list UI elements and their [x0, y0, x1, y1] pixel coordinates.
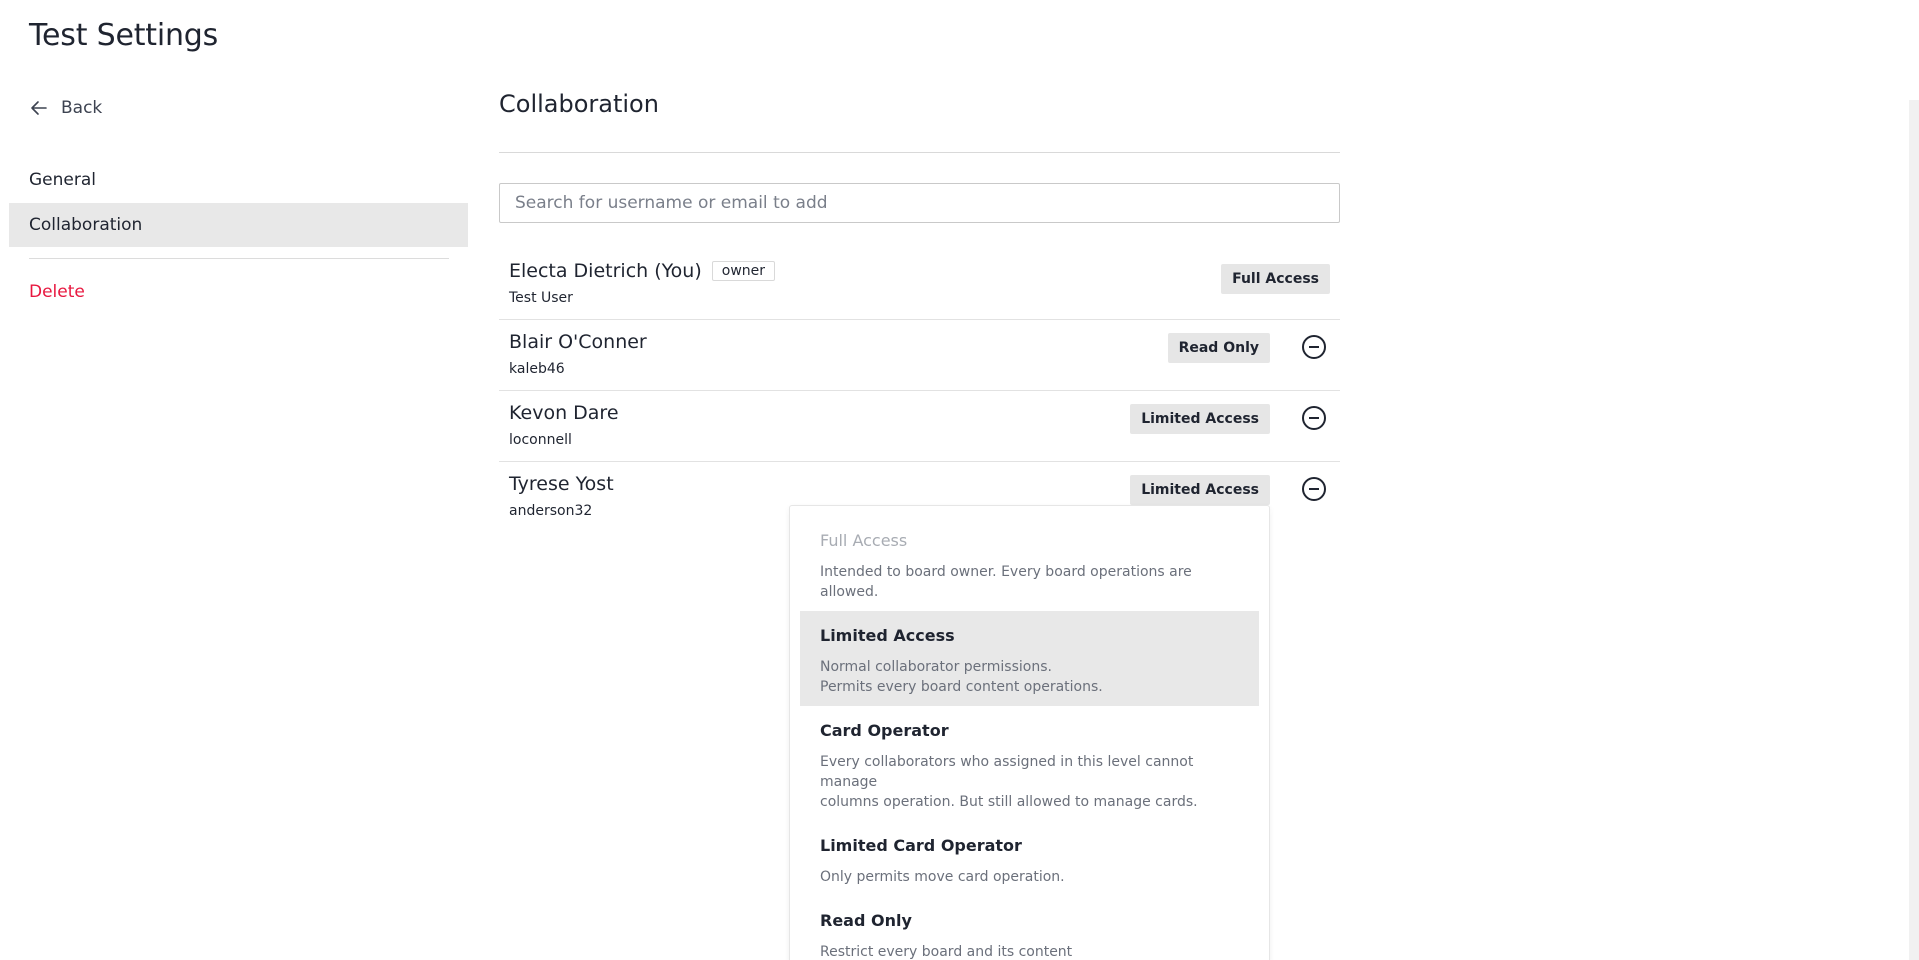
- role-option-description: Only permits move card operation.: [820, 869, 1065, 885]
- sidebar-divider: [29, 258, 449, 259]
- role-option-full-access: Full Access Intended to board owner. Eve…: [800, 516, 1259, 611]
- remove-member-button[interactable]: [1302, 406, 1326, 430]
- role-option-title: Card Operator: [820, 721, 949, 740]
- member-username: loconnell: [509, 432, 572, 448]
- role-option-description: Normal collaborator permissions. Permits…: [820, 659, 1103, 695]
- remove-member-button[interactable]: [1302, 335, 1326, 359]
- role-option-title: Read Only: [820, 911, 912, 930]
- role-option-limited-card-operator[interactable]: Limited Card Operator Only permits move …: [800, 821, 1259, 896]
- role-option-title: Limited Card Operator: [820, 836, 1022, 855]
- owner-badge: owner: [711, 261, 776, 281]
- role-button[interactable]: Limited Access: [1130, 475, 1270, 505]
- sidebar-item-general[interactable]: General: [9, 158, 468, 202]
- member-name: Tyrese Yost: [509, 473, 614, 495]
- arrow-left-icon: [31, 101, 47, 115]
- member-row: Blair O'Conner kaleb46 Read Only: [499, 321, 1340, 391]
- role-option-description: Intended to board owner. Every board ope…: [820, 564, 1192, 600]
- sidebar-item-label: General: [29, 170, 96, 190]
- role-option-description: Restrict every board and its content ope…: [820, 944, 1073, 960]
- member-row: Electa Dietrich (You) owner Test User Full…: [499, 250, 1340, 320]
- minus-circle-icon: [1309, 346, 1319, 348]
- remove-member-button[interactable]: [1302, 477, 1326, 501]
- section-divider: [499, 152, 1340, 153]
- minus-circle-icon: [1309, 417, 1319, 419]
- member-name: Blair O'Conner: [509, 331, 647, 353]
- role-option-card-operator[interactable]: Card Operator Every collaborators who as…: [800, 706, 1259, 821]
- minus-circle-icon: [1309, 488, 1319, 490]
- sidebar-item-label: Delete: [29, 282, 85, 302]
- page-scrollbar[interactable]: [1909, 100, 1919, 960]
- section-title: Collaboration: [499, 90, 659, 118]
- member-username: anderson32: [509, 503, 593, 519]
- role-option-title: Full Access: [820, 531, 908, 550]
- member-username: kaleb46: [509, 361, 565, 377]
- role-option-read-only[interactable]: Read Only Restrict every board and its c…: [800, 896, 1259, 960]
- sidebar-item-collaboration[interactable]: Collaboration: [9, 203, 468, 247]
- role-option-limited-access[interactable]: Limited Access Normal collaborator permi…: [800, 611, 1259, 706]
- back-link[interactable]: Back: [29, 96, 102, 120]
- role-button[interactable]: Read Only: [1167, 333, 1270, 363]
- member-name: Kevon Dare: [509, 402, 619, 424]
- settings-page: Test Settings Back General Collaboration…: [0, 0, 1919, 960]
- sidebar-item-label: Collaboration: [29, 215, 143, 235]
- member-name: Electa Dietrich (You) owner: [509, 260, 776, 282]
- role-button[interactable]: Full Access: [1221, 264, 1330, 294]
- sidebar-item-delete[interactable]: Delete: [9, 270, 468, 314]
- member-name-text: Electa Dietrich: [509, 260, 649, 282]
- back-label: Back: [61, 98, 103, 118]
- search-input[interactable]: [499, 183, 1340, 223]
- role-option-description: Every collaborators who assigned in this…: [820, 754, 1198, 810]
- you-label: (You): [654, 260, 702, 282]
- member-username: Test User: [509, 290, 573, 306]
- page-title: Test Settings: [29, 18, 219, 53]
- role-option-title: Limited Access: [820, 626, 955, 645]
- member-row: Kevon Dare loconnell Limited Access: [499, 392, 1340, 462]
- role-dropdown: Full Access Intended to board owner. Eve…: [789, 505, 1270, 960]
- role-button[interactable]: Limited Access: [1130, 404, 1270, 434]
